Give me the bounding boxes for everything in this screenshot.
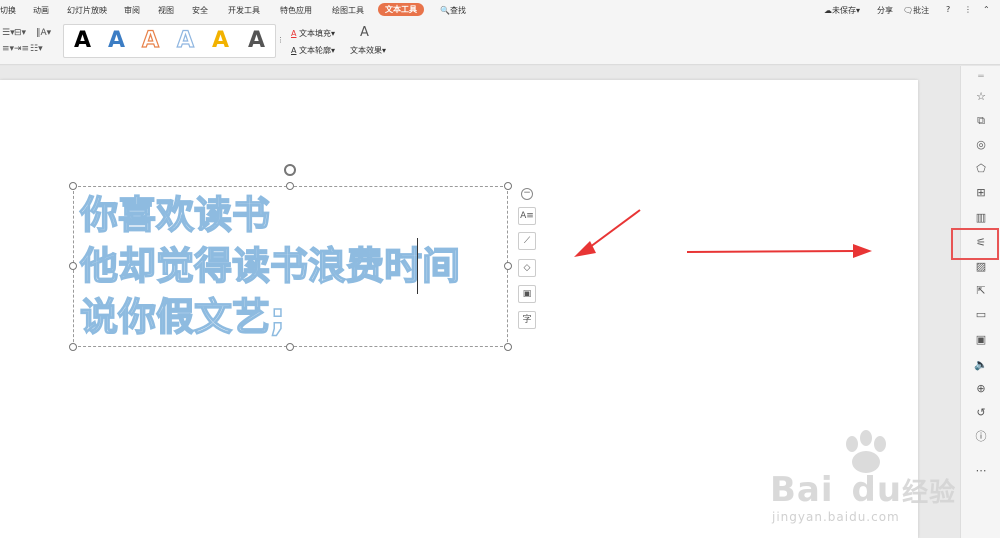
baidu-watermark: Bai_du经验 jingyan.baidu.com [770, 470, 980, 524]
search-label: 查找 [449, 6, 466, 15]
shapes-icon[interactable]: ◎ [974, 138, 988, 152]
list-icon[interactable]: ☷▾ [30, 44, 43, 54]
text-style-gold[interactable]: A [212, 29, 229, 53]
text-style-blue[interactable]: A [108, 29, 125, 53]
image-search-icon[interactable]: ▨ [974, 260, 988, 274]
text-styles-gallery: A A A A A A [63, 24, 276, 58]
menu-bar: 切换 动画 幻灯片放映 审阅 视图 安全 开发工具 特色应用 绘图工具 文本工具… [0, 0, 1000, 21]
watermark-site: jingyan.baidu.com [772, 510, 900, 524]
text-effect-icon[interactable]: A [360, 25, 369, 40]
border-icon[interactable]: ▣ [518, 285, 536, 303]
fill-bucket-icon[interactable]: ◇ [518, 259, 536, 277]
collapse-ribbon-icon[interactable]: ⌃ [983, 5, 990, 14]
text-line-2: 他却觉得读书浪费时间 [79, 243, 461, 289]
collapse-float-tools-icon[interactable]: − [521, 188, 533, 200]
menu-drawing-tools[interactable]: 绘图工具 [332, 5, 364, 16]
comment-icon: 🗨 [903, 6, 914, 15]
text-style-float-icon[interactable]: A≡ [518, 207, 536, 225]
text-cursor [417, 238, 418, 294]
resize-handle-w[interactable] [69, 262, 77, 270]
text-style-black[interactable]: A [74, 29, 91, 53]
right-task-pane-bar: ═ ☆ ⧉ ◎ ⬠ ⊞ ▥ ⚟ ▨ ⇱ ▭ ▣ 🔈 ⊕ ↺ ⓘ ⋯ [960, 66, 1000, 538]
picture-icon[interactable]: ▣ [974, 333, 988, 347]
star-icon[interactable]: ☆ [974, 90, 988, 104]
numbering-icon[interactable]: ⊟▾ [14, 28, 26, 38]
object-style-icon[interactable]: ⬠ [974, 162, 988, 176]
apps-grid-icon[interactable]: ⊞ [974, 186, 988, 200]
resize-handle-ne[interactable] [504, 182, 512, 190]
bullets-icon[interactable]: ☰▾ [2, 28, 15, 38]
ribbon: ☰▾ ⊟▾ ‖A▾ ≡▾ ⇥≡ ☷▾ A A A A A A ⋮ A 文本填充▾… [0, 21, 1000, 65]
menu-view[interactable]: 视图 [158, 5, 174, 16]
gallery-more-icon[interactable]: ⋮ [277, 36, 284, 44]
text-style-orange-outline[interactable]: A [141, 28, 159, 53]
rotate-handle[interactable] [284, 164, 296, 176]
help-circle-icon[interactable]: ⓘ [974, 430, 988, 444]
chevron-down-icon: ▾ [382, 46, 387, 55]
copy-icon[interactable]: ⧉ [974, 114, 988, 128]
chevron-down-icon: ▾ [331, 29, 336, 38]
menu-special-apps[interactable]: 特色应用 [280, 5, 312, 16]
menu-text-tools[interactable]: 文本工具 [378, 3, 424, 16]
comment-label: 批注 [913, 6, 930, 15]
text-effect-button[interactable]: 文本效果▾ [350, 45, 386, 56]
text-outline-label: 文本轮廓 [299, 46, 332, 55]
align-icon[interactable]: ≡▾ [2, 44, 14, 54]
resize-handle-sw[interactable] [69, 343, 77, 351]
resize-handle-n[interactable] [286, 182, 294, 190]
pen-icon[interactable]: ⟋ [518, 232, 536, 250]
cloud-icon: ☁ [824, 6, 832, 15]
line-spacing-icon[interactable]: ‖A▾ [36, 28, 51, 38]
text-line-1: 你喜欢读书 [79, 192, 271, 238]
text-fill-label: 文本填充 [299, 29, 332, 38]
text-line-3: 说你假文艺; [79, 294, 286, 340]
text-fill-icon: A [291, 29, 297, 38]
history-icon[interactable]: ↺ [974, 406, 988, 420]
drag-grip-icon[interactable]: ═ [974, 70, 988, 84]
text-effect-label: 文本效果 [350, 46, 382, 55]
comment-button[interactable]: 🗨批注 [903, 5, 929, 16]
menu-animation[interactable]: 动画 [33, 5, 49, 16]
text-fill-button[interactable]: A 文本填充▾ [291, 28, 335, 39]
menu-developer[interactable]: 开发工具 [228, 5, 260, 16]
archive-icon[interactable]: ▭ [974, 308, 988, 322]
chevron-down-icon: ▾ [856, 6, 861, 15]
search-icon: 🔍 [440, 6, 450, 15]
text-outline-button[interactable]: A 文本轮廓▾ [291, 45, 335, 56]
resize-handle-nw[interactable] [69, 182, 77, 190]
help-icon[interactable]: ? [946, 5, 950, 14]
audio-icon[interactable]: 🔈 [974, 358, 988, 372]
font-char-icon[interactable]: 字 [518, 311, 536, 329]
menu-security[interactable]: 安全 [192, 5, 208, 16]
save-status[interactable]: ☁未保存▾ [824, 5, 860, 16]
chart-icon[interactable]: ▥ [974, 211, 988, 225]
save-status-label: 未保存 [832, 6, 856, 15]
resize-handle-se[interactable] [504, 343, 512, 351]
search-button[interactable]: 🔍查找 [440, 5, 466, 16]
indent-icon[interactable]: ⇥≡ [14, 44, 29, 54]
chevron-down-icon: ▾ [331, 46, 336, 55]
text-style-gray[interactable]: A [248, 29, 265, 53]
share-button[interactable]: 分享 [877, 5, 893, 16]
text-style-blue-outline[interactable]: A [176, 28, 194, 53]
menu-transitions[interactable]: 切换 [0, 5, 16, 16]
menu-review[interactable]: 审阅 [124, 5, 140, 16]
resize-handle-s[interactable] [286, 343, 294, 351]
more-icon[interactable]: ⋮ [964, 5, 972, 14]
resize-handle-e[interactable] [504, 262, 512, 270]
menu-slideshow[interactable]: 幻灯片放映 [67, 5, 107, 16]
text-outline-icon: A [291, 46, 297, 55]
highlight-box [951, 228, 999, 260]
export-icon[interactable]: ⇱ [974, 284, 988, 298]
download-icon[interactable]: ⊕ [974, 382, 988, 396]
watermark-brand: Bai_du经验 [770, 470, 957, 510]
